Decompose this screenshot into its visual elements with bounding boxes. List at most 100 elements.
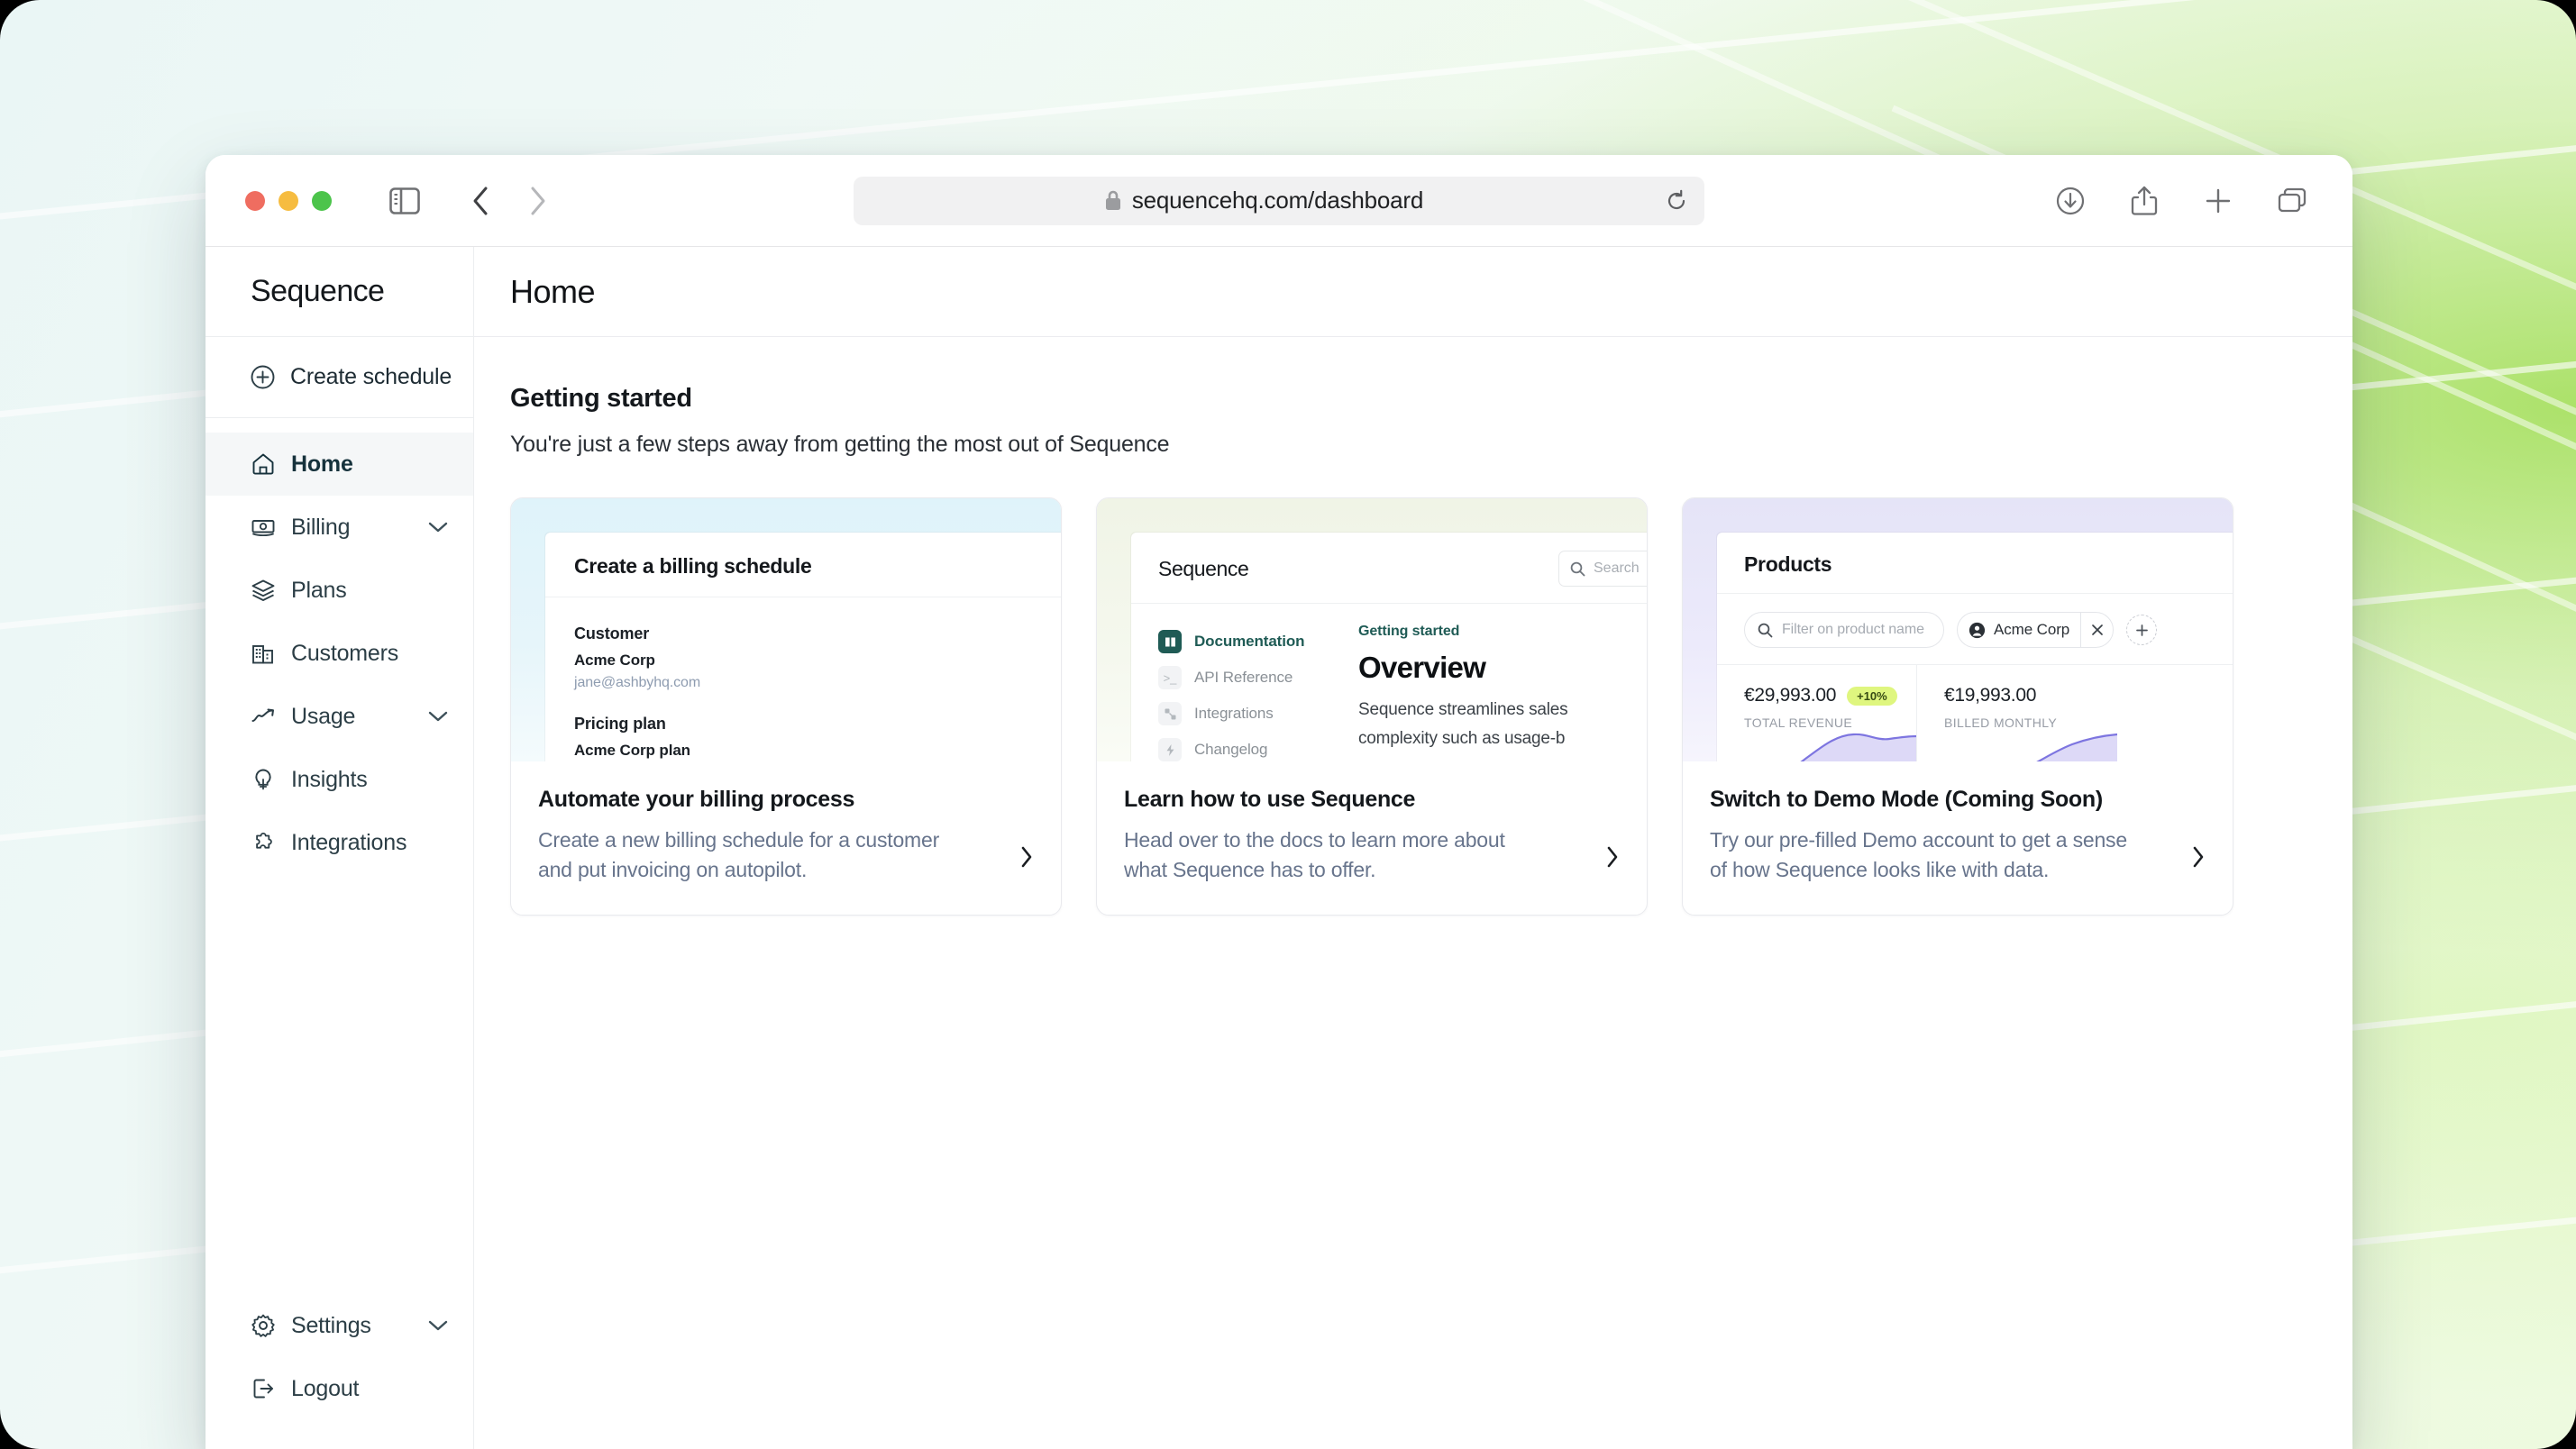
sidebar-item-usage[interactable]: Usage <box>206 685 473 748</box>
card-preview-products: Products Filter on product name Acme Cor… <box>1683 498 2233 761</box>
preview-customer-email: jane@ashbyhq.com <box>574 675 701 690</box>
sidebar-item-customers[interactable]: Customers <box>206 622 473 685</box>
preview-products-chip-label: Acme Corp <box>1994 621 2070 638</box>
preview-docs-nav-label: Documentation <box>1194 633 1305 650</box>
downloads-icon[interactable] <box>2050 180 2091 222</box>
card-preview-docs: Sequence Search Documentation >_ API Ref… <box>1097 498 1647 761</box>
sidebar-item-integrations[interactable]: Integrations <box>206 811 473 874</box>
card-description: Head over to the docs to learn more abou… <box>1124 828 1505 881</box>
preview-docs-search[interactable]: Search <box>1558 551 1647 587</box>
minimize-button[interactable] <box>279 190 298 211</box>
page-header: Home <box>474 247 2352 337</box>
chevron-right-icon[interactable] <box>517 180 559 222</box>
preview-plan-name: Acme Corp plan <box>574 742 690 759</box>
sidebar-nav: Home Billing Plans Customers Usage Insig… <box>206 418 473 874</box>
preview-docs-nav-item[interactable]: Changelog <box>1158 732 1347 761</box>
sidebar-item-label: Home <box>291 451 353 477</box>
chevron-right-icon[interactable] <box>1605 845 1620 869</box>
chevron-down-icon[interactable] <box>428 710 448 723</box>
preview-products-heading: Products <box>1744 552 1832 576</box>
preview-docs-nav-item[interactable]: Documentation <box>1158 624 1347 660</box>
card-description: Create a new billing schedule for a cust… <box>538 828 940 881</box>
address-bar[interactable]: sequencehq.com/dashboard <box>854 176 1704 225</box>
sidebar-item-logout[interactable]: Logout <box>206 1357 473 1420</box>
plus-icon[interactable] <box>2197 180 2239 222</box>
sidebar-item-label: Customers <box>291 640 399 666</box>
card-preview-billing-schedule: Create a billing schedule Customer Acme … <box>511 498 1061 761</box>
preview-customer-name: Acme Corp <box>574 652 655 669</box>
card-title: Learn how to use Sequence <box>1124 787 1416 812</box>
layers-icon <box>251 578 276 603</box>
sparkline-chart <box>1800 733 1916 761</box>
card-learn-sequence[interactable]: Sequence Search Documentation >_ API Ref… <box>1096 497 1648 916</box>
bolt-icon <box>1158 738 1182 761</box>
chevron-right-icon[interactable] <box>2191 845 2206 869</box>
section-subtitle: You're just a few steps away from gettin… <box>510 432 1170 457</box>
card-description: Try our pre-filled Demo account to get a… <box>1710 828 2127 881</box>
preview-products-customer-chip[interactable]: Acme Corp <box>1957 612 2115 648</box>
card-title: Switch to Demo Mode (Coming Soon) <box>1710 787 2103 812</box>
preview-docs-eyebrow: Getting started <box>1358 624 1460 639</box>
preview-heading: Create a billing schedule <box>574 554 812 578</box>
book-icon <box>1158 630 1182 653</box>
sidebar-item-label: Logout <box>291 1375 360 1401</box>
search-icon <box>1758 623 1773 638</box>
content-area: Getting started You're just a few steps … <box>474 337 2352 916</box>
preview-plan-label: Pricing plan <box>574 715 666 733</box>
gear-icon <box>251 1313 276 1338</box>
sidebar-item-billing[interactable]: Billing <box>206 496 473 559</box>
preview-stat-badge: +10% <box>1847 686 1897 706</box>
sidebar-toggle-icon[interactable] <box>384 180 425 222</box>
toolbar-actions <box>2050 180 2322 222</box>
brand[interactable]: Sequence <box>206 247 473 337</box>
lock-icon <box>1104 189 1122 212</box>
sidebar-item-insights[interactable]: Insights <box>206 748 473 811</box>
plus-icon[interactable] <box>2126 615 2158 645</box>
preview-docs-nav-label: API Reference <box>1194 669 1293 686</box>
tab-overview-icon[interactable] <box>2271 180 2313 222</box>
sidebar-item-plans[interactable]: Plans <box>206 559 473 622</box>
preview-products-filter-input[interactable]: Filter on product name <box>1744 612 1944 648</box>
preview-docs-body-line-2: complexity such as usage-b <box>1358 728 1566 748</box>
sidebar-item-label: Billing <box>291 514 351 540</box>
maximize-button[interactable] <box>312 190 332 211</box>
search-icon <box>1570 561 1585 577</box>
reload-icon[interactable] <box>1661 186 1692 216</box>
create-schedule-label: Create schedule <box>290 364 452 389</box>
puzzle-icon <box>251 830 276 855</box>
integrations-icon <box>1158 702 1182 725</box>
close-icon[interactable] <box>2080 613 2113 647</box>
preview-docs-body-line-1: Sequence streamlines sales <box>1358 700 1568 719</box>
sidebar-item-settings[interactable]: Settings <box>206 1294 473 1357</box>
sidebar-item-label: Insights <box>291 766 368 792</box>
create-schedule-button[interactable]: Create schedule <box>206 337 473 418</box>
preview-docs-nav-item[interactable]: >_ API Reference <box>1158 660 1347 696</box>
main-content: Home Getting started You're just a few s… <box>474 247 2352 1449</box>
plus-circle-icon <box>251 365 275 389</box>
preview-docs-nav-item[interactable]: Integrations <box>1158 696 1347 732</box>
chevron-down-icon[interactable] <box>428 521 448 533</box>
chevron-left-icon[interactable] <box>460 180 501 222</box>
chevron-right-icon[interactable] <box>1019 845 1034 869</box>
desktop: sequencehq.com/dashboard Sequence Create… <box>0 0 2576 1449</box>
brand-text: Sequence <box>251 274 385 308</box>
close-button[interactable] <box>245 190 265 211</box>
preview-docs-main: Getting started Overview Sequence stream… <box>1347 624 1568 761</box>
card-automate-billing[interactable]: Create a billing schedule Customer Acme … <box>510 497 1062 916</box>
sidebar-bottom-nav: Settings Logout <box>206 1294 473 1449</box>
preview-docs-nav: Documentation >_ API Reference Integrati… <box>1131 624 1347 761</box>
card-demo-mode[interactable]: Products Filter on product name Acme Cor… <box>1682 497 2233 916</box>
sidebar-item-label: Plans <box>291 577 347 603</box>
preview-stat-amount: €29,993.00 <box>1744 685 1837 706</box>
lightbulb-icon <box>251 767 276 792</box>
getting-started-cards: Create a billing schedule Customer Acme … <box>510 497 2316 916</box>
trend-up-icon <box>251 704 276 729</box>
terminal-icon: >_ <box>1158 666 1182 689</box>
sidebar-item-home[interactable]: Home <box>206 433 473 496</box>
chevron-down-icon[interactable] <box>428 1319 448 1332</box>
preview-docs-search-placeholder: Search <box>1594 560 1640 576</box>
preview-docs-heading: Overview <box>1358 651 1486 684</box>
avatar-icon <box>1969 622 1986 639</box>
preview-docs-nav-label: Integrations <box>1194 705 1274 722</box>
share-icon[interactable] <box>2124 180 2165 222</box>
